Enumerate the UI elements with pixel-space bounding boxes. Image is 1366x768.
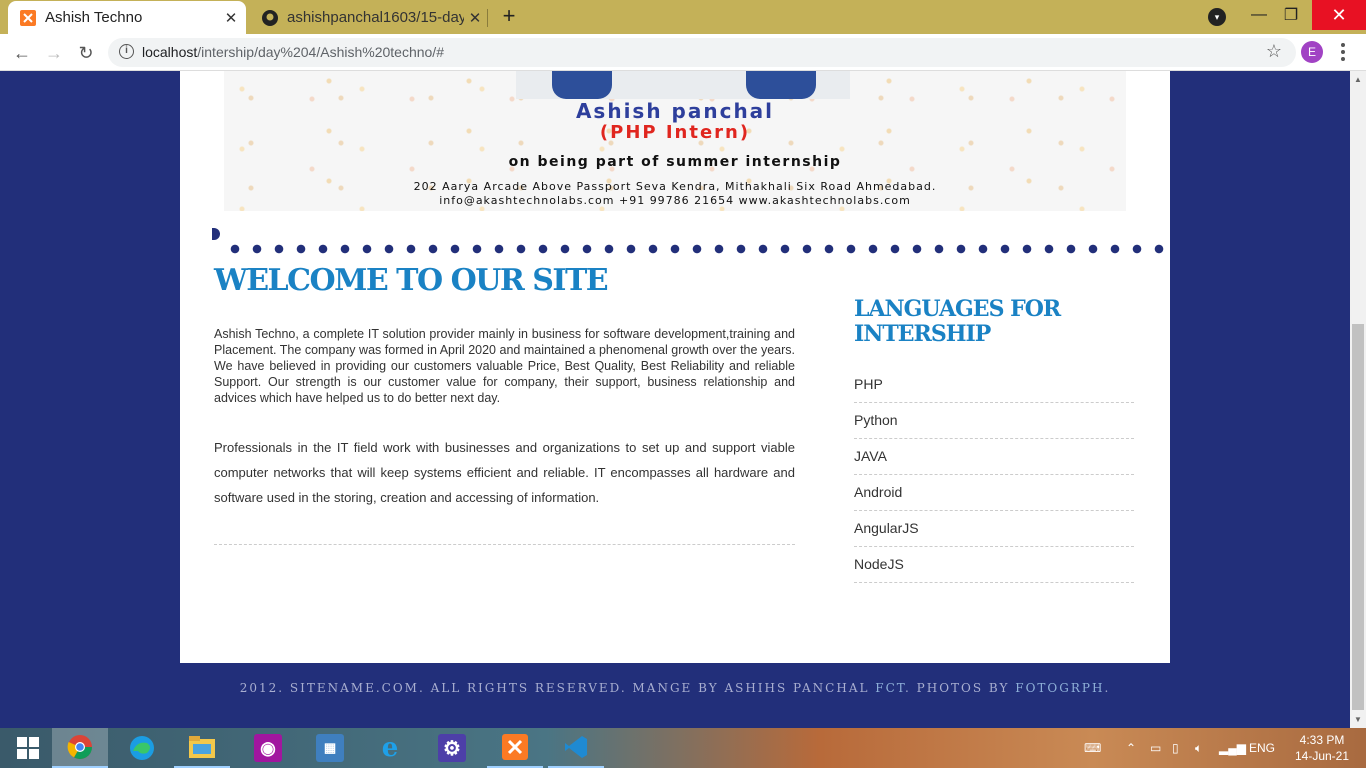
scroll-down-icon[interactable]: ▼ [1354, 715, 1362, 724]
address-bar[interactable]: i localhost/intership/day%204/Ashish%20t… [108, 38, 1296, 67]
browser-toolbar: ← → ↻ i localhost/intership/day%204/Ashi… [0, 34, 1366, 71]
network-icon[interactable]: ▯ [1172, 728, 1179, 768]
profile-avatar[interactable]: E [1301, 41, 1323, 63]
vscode-icon[interactable] [548, 728, 604, 768]
scalloped-edge-right [1166, 71, 1176, 663]
footer-link-fotogrph[interactable]: FOTOGRPH [1015, 681, 1104, 695]
banner-name: Ashish panchal [575, 99, 775, 123]
tab-title: ashishpanchal1603/15-day [287, 9, 464, 26]
tab-ashish-techno[interactable]: Ashish Techno ✕ [8, 1, 246, 34]
chrome-icon[interactable] [52, 728, 108, 768]
xampp-favicon-icon [20, 9, 36, 26]
new-tab-button[interactable]: + [498, 5, 520, 27]
settings-gear-icon[interactable]: ⚙ [424, 728, 480, 768]
list-item[interactable]: AngularJS [854, 511, 1134, 547]
scrollbar-thumb[interactable] [1352, 324, 1364, 710]
list-item[interactable]: Android [854, 475, 1134, 511]
bookmark-star-icon[interactable]: ☆ [1266, 41, 1282, 62]
banner-photo [516, 71, 850, 99]
system-clock[interactable]: 4:33 PM 14-Jun-21 [1286, 732, 1358, 764]
tray-chevron-icon[interactable]: ⌃ [1126, 728, 1136, 768]
banner-tagline: on being part of summer internship [508, 154, 842, 170]
tab-github[interactable]: ashishpanchal1603/15-day ✕ [250, 1, 490, 34]
tab-separator [487, 9, 488, 27]
page-viewport: Ashish panchal (PHP Intern) on being par… [0, 71, 1350, 728]
site-info-icon[interactable]: i [119, 44, 134, 59]
language-indicator[interactable]: ENG [1249, 728, 1275, 768]
tab-close-icon[interactable]: ✕ [464, 9, 486, 27]
page-scrollbar[interactable]: ▲ ▼ [1350, 71, 1366, 728]
window-close-button[interactable]: ✕ [1312, 0, 1366, 30]
languages-list: PHP Python JAVA Android AngularJS NodeJS [854, 367, 1134, 583]
list-item[interactable]: NodeJS [854, 547, 1134, 583]
internet-explorer-icon[interactable]: e [362, 728, 418, 768]
control-panel-icon[interactable]: ▦ [302, 728, 358, 768]
url-text[interactable]: localhost/intership/day%204/Ashish%20tec… [142, 44, 444, 60]
banner-contact: info@akashtechnolabs.com +91 99786 21654… [439, 194, 911, 207]
scalloped-divider [224, 244, 1174, 254]
footer-link-fct[interactable]: FCT [875, 681, 905, 695]
forward-arrow-icon[interactable]: → [42, 41, 66, 65]
clock-date: 14-Jun-21 [1294, 749, 1350, 763]
banner-role: (PHP Intern) [599, 122, 751, 143]
windows-taskbar: ◉ ▦ e ⚙ ⌨ ⌃ ▭ ▯ 🔈︎ ▂▄▆ ENG 4:33 PM 14-Ju… [0, 728, 1366, 768]
maximize-button[interactable]: ❐ [1268, 0, 1314, 30]
list-item[interactable]: PHP [854, 367, 1134, 403]
edge-icon[interactable] [114, 728, 170, 768]
page-title: WELCOME TO OUR SITE [214, 263, 609, 298]
internship-banner-image: Ashish panchal (PHP Intern) on being par… [224, 71, 1126, 211]
windows-start-icon[interactable] [0, 728, 56, 768]
scalloped-edge-left [172, 71, 182, 663]
tab-title: Ashish Techno [45, 9, 143, 26]
github-favicon-icon [262, 9, 278, 26]
tab-close-icon[interactable]: ✕ [220, 9, 242, 27]
xampp-icon[interactable] [487, 728, 543, 768]
list-item[interactable]: Python [854, 403, 1134, 439]
sidebar-title: LANGUAGES FOR INTERSHIP [854, 296, 1061, 347]
it-paragraph: Professionals in the IT field work with … [214, 440, 795, 505]
camera-icon[interactable]: ◉ [240, 728, 296, 768]
footer-copyright: 2012. SITENAME.COM. ALL RIGHTS RESERVED.… [239, 681, 1111, 695]
signal-icon[interactable]: ▂▄▆ [1219, 728, 1246, 768]
reload-icon[interactable]: ↻ [74, 41, 98, 65]
back-arrow-icon[interactable]: ← [10, 41, 34, 65]
intro-paragraph: Ashish Techno, a complete IT solution pr… [214, 327, 795, 405]
banner-address: 202 Aarya Arcade Above Passport Seva Ken… [413, 180, 937, 193]
list-item[interactable]: JAVA [854, 439, 1134, 475]
tab-search-icon[interactable]: ▾ [1208, 8, 1226, 26]
browser-menu-icon[interactable] [1340, 42, 1346, 62]
keyboard-icon[interactable]: ⌨ [1084, 728, 1101, 768]
content-divider [214, 544, 795, 545]
scroll-up-icon[interactable]: ▲ [1354, 75, 1362, 84]
battery-icon[interactable]: ▭ [1150, 728, 1161, 768]
clock-time: 4:33 PM [1299, 733, 1345, 747]
volume-icon[interactable]: 🔈︎ [1195, 728, 1202, 768]
browser-tab-bar: Ashish Techno ✕ ashishpanchal1603/15-day… [0, 0, 1366, 34]
file-explorer-icon[interactable] [174, 728, 230, 768]
